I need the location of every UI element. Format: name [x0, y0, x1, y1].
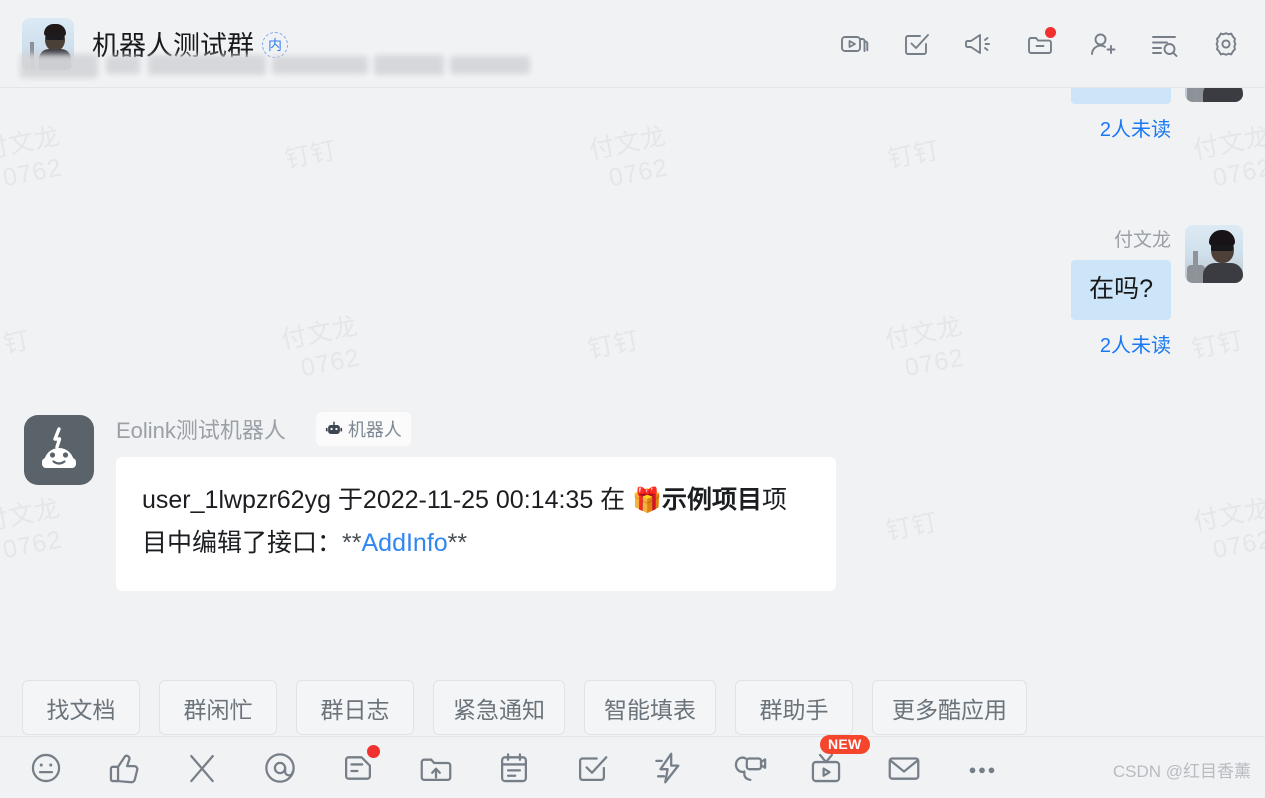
announcement-icon[interactable] — [961, 27, 995, 61]
composer-toolbar: NEW — [0, 734, 1265, 798]
chip-urgent-notice[interactable]: 紧急通知 — [433, 680, 565, 735]
bot-text-user: user_1lwpzr62yg 于2022-11-25 00:14:35 在 — [142, 486, 633, 514]
bot-text-asterisks-right: ** — [447, 529, 468, 557]
clipboard-icon[interactable] — [494, 748, 534, 788]
robot-icon — [42, 427, 76, 468]
message-list[interactable]: 在吗? 2人未读 付文龙 在吗? 2人未读 — [0, 44, 1265, 658]
header-left: 机器人测试群内 — [0, 17, 837, 70]
unread-status[interactable]: 2人未读 — [1100, 329, 1171, 358]
live-tv-icon[interactable]: NEW — [806, 734, 870, 788]
add-member-icon[interactable] — [1085, 27, 1119, 61]
robot-badge-icon — [325, 421, 343, 434]
csdn-watermark: CSDN @红目香薰 — [1112, 762, 1251, 781]
video-call-icon[interactable] — [728, 748, 768, 788]
message-row-bot: Eolink测试机器人 机器人 user_1lwpzr62yg 于2022-11… — [24, 412, 836, 591]
search-records-icon[interactable] — [1147, 27, 1181, 61]
page-title: 机器人测试群内 — [92, 24, 288, 63]
quick-apps-bar: 找文档 群闲忙 群日志 紧急通知 智能填表 群助手 更多酷应用 — [22, 680, 1027, 735]
emoji-icon[interactable] — [26, 748, 66, 788]
bot-text-project: 示例项目 — [662, 486, 763, 514]
header-actions — [837, 26, 1265, 61]
dingtalk-chat-window: 付文龙 0762 钉钉 付文龙 0762 钉钉 付文龙 0762 钉钉 付文龙 … — [0, 0, 1265, 798]
bot-avatar[interactable] — [24, 415, 94, 485]
group-avatar[interactable] — [22, 17, 74, 70]
task-check-icon[interactable] — [572, 748, 612, 788]
gift-emoji: 🎁 — [632, 487, 663, 514]
chip-find-doc[interactable]: 找文档 — [22, 680, 140, 735]
bot-role-badge: 机器人 — [315, 412, 411, 446]
group-name: 机器人测试群 — [92, 31, 254, 61]
video-cards-icon[interactable] — [837, 27, 871, 61]
chip-label: 群日志 — [320, 696, 390, 723]
chip-group-log[interactable]: 群日志 — [296, 680, 414, 735]
bot-message-column: Eolink测试机器人 机器人 user_1lwpzr62yg 于2022-11… — [116, 412, 836, 591]
notification-dot — [1045, 26, 1056, 38]
chip-label: 更多酷应用 — [892, 696, 1007, 723]
task-check-icon[interactable] — [899, 27, 933, 61]
avatar[interactable] — [1185, 225, 1243, 283]
folder-files-icon[interactable] — [1023, 26, 1057, 61]
chip-label: 智能填表 — [604, 696, 696, 723]
lightning-ding-icon[interactable] — [650, 748, 690, 788]
thumbs-up-icon[interactable] — [104, 748, 144, 788]
scissors-icon[interactable] — [182, 748, 222, 788]
unread-status[interactable]: 2人未读 — [1100, 113, 1171, 142]
bot-name: Eolink测试机器人 — [116, 418, 286, 443]
chat-header: 机器人测试群内 — [0, 0, 1265, 88]
internal-badge: 内 — [262, 32, 288, 58]
folder-upload-icon[interactable] — [416, 748, 456, 788]
bot-text-asterisks-left: ** — [342, 529, 362, 557]
chip-label: 紧急通知 — [453, 696, 545, 723]
notification-dot — [367, 744, 380, 758]
new-badge: NEW — [820, 734, 870, 754]
settings-gear-icon[interactable] — [1209, 27, 1243, 61]
chip-label: 群助手 — [759, 696, 829, 723]
chip-group-assistant[interactable]: 群助手 — [735, 680, 853, 735]
chip-group-busy[interactable]: 群闲忙 — [159, 680, 277, 735]
bot-message-bubble[interactable]: user_1lwpzr62yg 于2022-11-25 00:14:35 在 🎁… — [116, 457, 836, 591]
sender-name: 付文龙 — [1113, 230, 1171, 251]
document-icon[interactable] — [338, 744, 380, 788]
more-options-icon[interactable] — [962, 748, 1002, 788]
chip-label: 群闲忙 — [183, 696, 253, 723]
mail-icon[interactable] — [884, 748, 924, 788]
message-bubble-column: 付文龙 在吗? 2人未读 — [1071, 225, 1171, 358]
chip-label: 找文档 — [46, 696, 116, 723]
mention-icon[interactable] — [260, 748, 300, 788]
bot-role-label: 机器人 — [347, 420, 402, 440]
message-bubble[interactable]: 在吗? — [1071, 260, 1171, 320]
chip-smart-form[interactable]: 智能填表 — [584, 680, 716, 735]
chip-more-apps[interactable]: 更多酷应用 — [872, 680, 1027, 735]
bot-header: Eolink测试机器人 机器人 — [116, 412, 836, 446]
message-row-outgoing: 付文龙 在吗? 2人未读 — [1071, 225, 1243, 358]
api-link[interactable]: AddInfo — [361, 529, 447, 557]
